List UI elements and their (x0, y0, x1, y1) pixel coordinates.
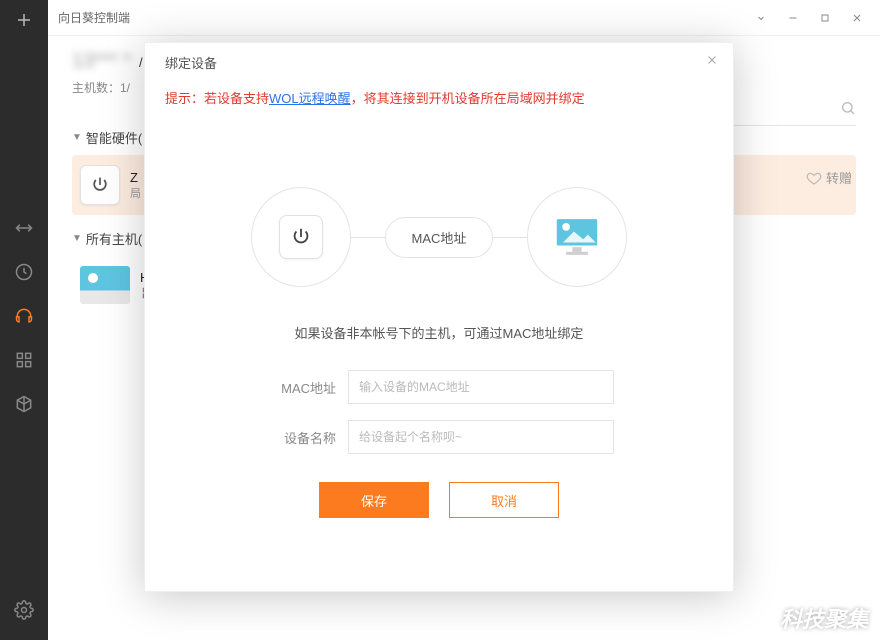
diagram-line (351, 237, 385, 238)
device-name-input[interactable] (348, 420, 614, 454)
close-icon (705, 53, 719, 67)
bind-diagram: MAC地址 (145, 187, 733, 287)
modal-description: 如果设备非本帐号下的主机，可通过MAC地址绑定 (145, 323, 733, 342)
transfer-label: 转赠 (826, 168, 852, 187)
sidebar-apps-icon[interactable] (0, 338, 48, 382)
triangle-down-icon: ▼ (72, 233, 82, 244)
group-all-hosts-label: 所有主机( (86, 229, 142, 248)
bind-device-modal: 绑定设备 提示：若设备支持WOL远程唤醒，将其连接到开机设备所在局域网并绑定 M… (144, 42, 734, 592)
diagram-line (493, 237, 527, 238)
power-icon (279, 215, 323, 259)
sidebar-history-icon[interactable] (0, 250, 48, 294)
modal-hint-prefix: 提示：若设备支持 (165, 91, 269, 106)
triangle-down-icon: ▼ (72, 132, 82, 143)
modal-close-button[interactable] (705, 53, 719, 72)
diagram-mid-label: MAC地址 (385, 217, 494, 258)
monitor-icon (552, 216, 602, 258)
transfer-button[interactable]: 转赠 (806, 168, 852, 187)
sidebar-cube-icon[interactable] (0, 382, 48, 426)
cancel-button[interactable]: 取消 (449, 482, 559, 518)
app-title: 向日葵控制端 (58, 9, 754, 26)
account-suffix: / (139, 55, 143, 70)
mac-label: MAC地址 (264, 378, 336, 397)
diagram-target-circle (527, 187, 627, 287)
close-button[interactable] (850, 11, 864, 25)
dropdown-icon[interactable] (754, 11, 768, 25)
save-button[interactable]: 保存 (319, 482, 429, 518)
monitor-thumb-icon (80, 266, 130, 304)
sidebar-settings-icon[interactable] (0, 588, 48, 632)
device-smart-sub: 局 (130, 185, 141, 201)
minimize-button[interactable] (786, 11, 800, 25)
maximize-button[interactable] (818, 11, 832, 25)
sidebar-transfer-icon[interactable] (0, 206, 48, 250)
heart-icon (806, 170, 822, 186)
search-icon (840, 100, 856, 121)
device-name-label: 设备名称 (264, 428, 336, 447)
mac-input[interactable] (348, 370, 614, 404)
account-number-masked: 13*** * (72, 50, 131, 73)
wol-link[interactable]: WOL远程唤醒 (269, 91, 351, 106)
power-icon (80, 165, 120, 205)
device-smart-name: Z (130, 170, 141, 185)
sidebar (0, 0, 48, 640)
modal-hint: 提示：若设备支持WOL远程唤醒，将其连接到开机设备所在局域网并绑定 (145, 88, 733, 107)
group-smart-hardware-label: 智能硬件( 1 (86, 128, 153, 147)
new-tab-button[interactable] (0, 0, 48, 40)
sidebar-headset-icon[interactable] (0, 294, 48, 338)
modal-hint-suffix: ，将其连接到开机设备所在局域网并绑定 (351, 91, 585, 106)
diagram-source-circle (251, 187, 351, 287)
modal-title: 绑定设备 (165, 53, 713, 72)
title-bar: 向日葵控制端 (48, 0, 880, 36)
